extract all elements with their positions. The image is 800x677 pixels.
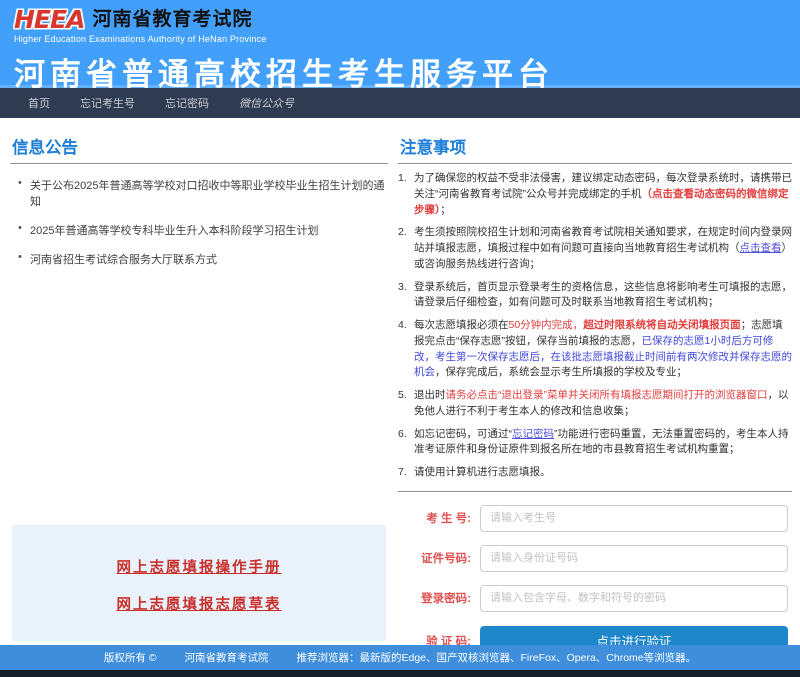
note-number: 3. <box>398 280 414 312</box>
note-item: 4. 每次志愿填报必须在50分钟内完成，超过时限系统将自动关闭填报页面；志愿填报… <box>398 318 792 381</box>
bottom-strip <box>0 670 800 677</box>
click-to-view-link[interactable]: 点击查看 <box>740 242 782 254</box>
note-text: 每次志愿填报必须在50分钟内完成，超过时限系统将自动关闭填报页面；志愿填报完点击… <box>414 318 792 381</box>
nav-item-forgot-candidate-number[interactable]: 忘记考生号 <box>80 95 135 111</box>
page: HEEA 河南省教育考试院 Higher Education Examinati… <box>0 0 800 677</box>
note-number: 1. <box>398 171 414 218</box>
announcement-link[interactable]: 河南省招生考试综合服务大厅联系方式 <box>18 251 388 267</box>
password-label: 登录密码: <box>398 590 480 606</box>
divider <box>10 163 388 164</box>
note-item: 7. 请使用计算机进行志愿填报。 <box>398 465 792 481</box>
note-number: 6. <box>398 427 414 459</box>
download-link-manual[interactable]: 网上志愿填报操作手册 <box>12 556 386 577</box>
nav-item-wechat-account[interactable]: 微信公众号 <box>239 95 294 111</box>
nav-item-home[interactable]: 首页 <box>28 95 50 111</box>
announcements-title: 信息公告 <box>12 134 388 158</box>
recommended-browsers-text: 推荐浏览器：最新版的Edge、国产双核浏览器、FireFox、Opera、Chr… <box>297 650 697 665</box>
note-text: 为了确保您的权益不受非法侵害，建议绑定动态密码，每次登录系统时，请携带已关注“河… <box>414 171 792 218</box>
notes-title: 注意事项 <box>400 134 792 158</box>
note-text: ，保存完成后，系统会显示考生所填报的学校及专业； <box>435 366 687 378</box>
note-item: 3. 登录系统后，首页显示登录考生的资格信息，这些信息将影响考生可填报的志愿，请… <box>398 280 792 312</box>
announcement-link[interactable]: 2025年普通高等学校专科毕业生升入本科阶段学习招生计划 <box>18 222 388 238</box>
note-item: 1. 为了确保您的权益不受非法侵害，建议绑定动态密码，每次登录系统时，请携带已关… <box>398 171 792 218</box>
note-text: 登录系统后，首页显示登录考生的资格信息，这些信息将影响考生可填报的志愿，请登录后… <box>414 280 792 312</box>
note-text: 请使用计算机进行志愿填报。 <box>414 465 792 481</box>
candidate-number-input[interactable] <box>480 505 788 532</box>
forgot-password-link[interactable]: 忘记密码 <box>512 428 554 440</box>
org-name-english: Higher Education Examinations Authority … <box>14 34 800 44</box>
footer: 版权所有 © 河南省教育考试院 推荐浏览器：最新版的Edge、国产双核浏览器、F… <box>0 645 800 670</box>
id-number-label: 证件号码: <box>398 550 480 566</box>
note-text: 如忘记密码，可通过“忘记密码”功能进行密码重置，无法重置密码的，考生本人持准考证… <box>414 427 792 459</box>
main-nav: 首页 忘记考生号 忘记密码 微信公众号 <box>0 88 800 118</box>
note-text: 退出时 <box>414 389 446 401</box>
header: HEEA 河南省教育考试院 Higher Education Examinati… <box>0 0 800 88</box>
heea-logo-icon: HEEA <box>14 7 84 32</box>
note-text: 每次志愿填报必须在 <box>414 319 509 331</box>
notes-list: 1. 为了确保您的权益不受非法侵害，建议绑定动态密码，每次登录系统时，请携带已关… <box>398 171 792 481</box>
note-number: 4. <box>398 318 414 381</box>
candidate-number-label: 考 生 号: <box>398 510 480 526</box>
note-text: 如忘记密码，可通过“ <box>414 428 512 440</box>
note-text: 考生须按照院校招生计划和河南省教育考试院相关通知要求，在规定时间内登录网站并填报… <box>414 225 792 272</box>
password-input[interactable] <box>480 585 788 612</box>
password-row: 登录密码: <box>398 585 788 612</box>
announcements-panel: 信息公告 关于公布2025年普通高等学校对口招收中等职业学校毕业生招生计划的通知… <box>10 132 388 645</box>
note-text-red-bold: 超过时限系统将自动关闭填报页面 <box>583 319 741 331</box>
announcement-link[interactable]: 关于公布2025年普通高等学校对口招收中等职业学校毕业生招生计划的通知 <box>18 177 388 209</box>
id-number-input[interactable] <box>480 545 788 572</box>
divider <box>398 491 792 492</box>
candidate-number-row: 考 生 号: <box>398 505 788 532</box>
note-item: 2. 考生须按照院校招生计划和河南省教育考试院相关通知要求，在规定时间内登录网站… <box>398 225 792 272</box>
main-content: 信息公告 关于公布2025年普通高等学校对口招收中等职业学校毕业生招生计划的通知… <box>0 118 800 645</box>
downloads-box: 网上志愿填报操作手册 网上志愿填报志愿草表 <box>12 525 386 641</box>
divider <box>398 163 792 164</box>
note-number: 7. <box>398 465 414 481</box>
copyright-text: 版权所有 © <box>104 650 157 665</box>
id-number-row: 证件号码: <box>398 545 788 572</box>
note-item: 6. 如忘记密码，可通过“忘记密码”功能进行密码重置，无法重置密码的，考生本人持… <box>398 427 792 459</box>
notes-and-login-panel: 注意事项 1. 为了确保您的权益不受非法侵害，建议绑定动态密码，每次登录系统时，… <box>398 132 792 645</box>
note-text: ； <box>440 204 451 216</box>
note-text: 考生须按照院校招生计划和河南省教育考试院相关通知要求，在规定时间内登录网站并填报… <box>414 226 792 254</box>
org-name: 河南省教育考试院 <box>92 7 252 33</box>
download-link-draft-form[interactable]: 网上志愿填报志愿草表 <box>12 593 386 614</box>
note-text: 退出时请务必点击“退出登录”菜单并关闭所有填报志愿期间打开的浏览器窗口，以免他人… <box>414 388 792 420</box>
note-number: 2. <box>398 225 414 272</box>
note-text: 请使用计算机进行志愿填报。 <box>414 466 551 478</box>
note-text: 登录系统后，首页显示登录考生的资格信息，这些信息将影响考生可填报的志愿，请登录后… <box>414 281 792 309</box>
note-number: 5. <box>398 388 414 420</box>
note-text-red: 请务必点击“退出登录”菜单并关闭所有填报志愿期间打开的浏览器窗口 <box>446 389 768 401</box>
note-item: 5. 退出时请务必点击“退出登录”菜单并关闭所有填报志愿期间打开的浏览器窗口，以… <box>398 388 792 420</box>
announcement-list: 关于公布2025年普通高等学校对口招收中等职业学校毕业生招生计划的通知 2025… <box>10 177 388 267</box>
note-text-red: 50分钟内完成， <box>509 319 584 331</box>
footer-org-name: 河南省教育考试院 <box>185 650 269 665</box>
nav-item-forgot-password[interactable]: 忘记密码 <box>165 95 209 111</box>
brand: HEEA 河南省教育考试院 <box>14 7 800 33</box>
